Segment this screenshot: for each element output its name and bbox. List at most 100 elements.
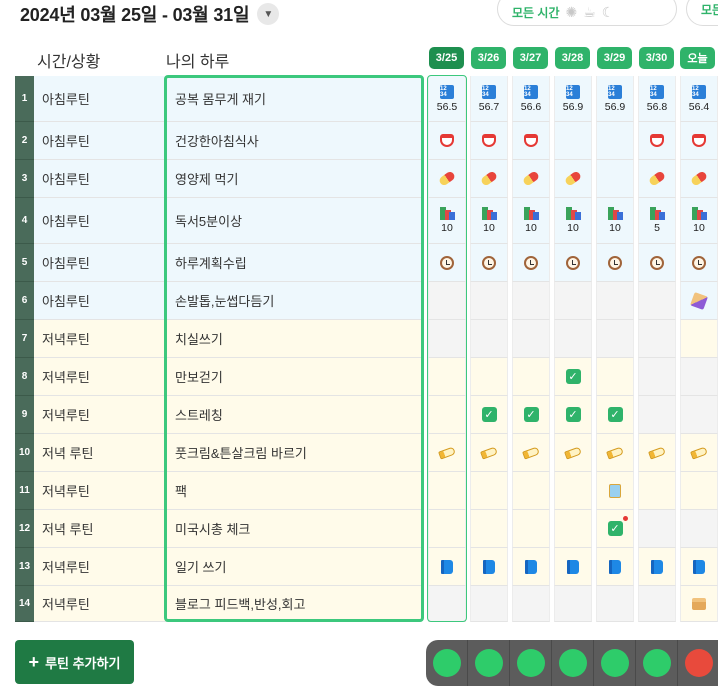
day-cell[interactable] [638, 160, 676, 198]
day-cell[interactable] [596, 320, 634, 358]
day-cell[interactable] [680, 160, 718, 198]
week-dropdown-button[interactable]: ▼ [257, 3, 280, 25]
day-cell[interactable] [428, 320, 466, 358]
day-cell[interactable] [596, 244, 634, 282]
day-cell[interactable] [470, 510, 508, 548]
day-cell[interactable] [512, 510, 550, 548]
summary-cell[interactable] [552, 640, 594, 686]
summary-cell[interactable] [594, 640, 636, 686]
day-cell[interactable] [638, 122, 676, 160]
day-cell[interactable] [596, 358, 634, 396]
day-cell[interactable] [512, 244, 550, 282]
routine-task[interactable]: 건강한아침식사 [166, 122, 421, 160]
day-cell[interactable] [554, 282, 592, 320]
summary-cell[interactable] [468, 640, 510, 686]
routine-task[interactable]: 만보걷기 [166, 358, 421, 396]
day-cell[interactable]: 12 34 56.8 [638, 76, 676, 122]
routine-task[interactable]: 스트레칭 [166, 396, 421, 434]
date-tab-0325[interactable]: 3/25 [429, 47, 464, 69]
day-cell[interactable] [680, 434, 718, 472]
day-cell[interactable] [512, 358, 550, 396]
day-cell[interactable] [428, 122, 466, 160]
day-cell[interactable] [596, 472, 634, 510]
day-cell[interactable] [512, 434, 550, 472]
summary-cell[interactable] [636, 640, 678, 686]
day-cell[interactable] [470, 282, 508, 320]
moon-icon[interactable]: ☾ [602, 5, 615, 19]
day-cell[interactable]: ✓ [596, 510, 634, 548]
day-cell[interactable]: ✓ [512, 396, 550, 434]
day-cell[interactable] [512, 122, 550, 160]
add-routine-button[interactable]: + 루틴 추가하기 [15, 640, 134, 684]
day-cell[interactable]: 10 [680, 198, 718, 244]
summary-cell[interactable] [426, 640, 468, 686]
day-cell[interactable] [680, 244, 718, 282]
day-cell[interactable] [554, 472, 592, 510]
day-cell[interactable]: ✓ [596, 396, 634, 434]
routine-task[interactable]: 블로그 피드백,반성,회고 [166, 586, 421, 622]
day-cell[interactable] [638, 434, 676, 472]
day-cell[interactable] [428, 160, 466, 198]
day-cell[interactable] [554, 244, 592, 282]
day-cell[interactable] [512, 282, 550, 320]
day-cell[interactable] [596, 282, 634, 320]
day-cell[interactable] [638, 358, 676, 396]
routine-task[interactable]: 일기 쓰기 [166, 548, 421, 586]
day-cell[interactable] [428, 244, 466, 282]
day-cell[interactable] [512, 472, 550, 510]
day-cell[interactable] [428, 358, 466, 396]
day-cell[interactable] [428, 472, 466, 510]
day-cell[interactable] [470, 320, 508, 358]
day-cell[interactable] [638, 472, 676, 510]
day-cell[interactable] [428, 282, 466, 320]
date-tab-0330[interactable]: 3/30 [639, 47, 674, 69]
day-cell[interactable] [470, 548, 508, 586]
day-cell[interactable]: 12 34 56.4 [680, 76, 718, 122]
day-cell[interactable] [470, 434, 508, 472]
routine-task[interactable]: 치실쓰기 [166, 320, 421, 358]
routine-task[interactable]: 독서5분이상 [166, 198, 421, 244]
day-cell[interactable] [638, 396, 676, 434]
day-cell[interactable]: 10 [470, 198, 508, 244]
routine-task[interactable]: 풋크림&튼살크림 바르기 [166, 434, 421, 472]
day-cell[interactable] [512, 160, 550, 198]
day-cell[interactable]: 10 [596, 198, 634, 244]
day-cell[interactable]: 12 34 56.7 [470, 76, 508, 122]
routine-task[interactable]: 미국시총 체크 [166, 510, 421, 548]
day-cell[interactable]: ✓ [554, 358, 592, 396]
day-cell[interactable] [554, 510, 592, 548]
day-cell[interactable] [428, 586, 466, 622]
day-cell[interactable] [680, 548, 718, 586]
day-cell[interactable] [680, 472, 718, 510]
day-cell[interactable]: 5 [638, 198, 676, 244]
day-cell[interactable] [596, 160, 634, 198]
day-cell[interactable] [638, 548, 676, 586]
day-cell[interactable] [596, 122, 634, 160]
date-tab-0328[interactable]: 3/28 [555, 47, 590, 69]
day-cell[interactable] [596, 434, 634, 472]
day-cell[interactable] [470, 358, 508, 396]
cup-icon[interactable]: ☕ [583, 5, 596, 19]
time-filter-toggle[interactable]: 모든 시간 ✺ ☕ ☾ [497, 0, 677, 26]
sun-icon[interactable]: ✺ [566, 5, 578, 19]
day-cell[interactable] [638, 510, 676, 548]
routine-task[interactable]: 손발톱,눈썹다듬기 [166, 282, 421, 320]
day-cell[interactable] [680, 586, 718, 622]
routine-task[interactable]: 팩 [166, 472, 421, 510]
time-filter-all[interactable]: 모든 시간 [512, 4, 560, 21]
day-cell[interactable] [638, 244, 676, 282]
day-cell[interactable] [638, 586, 676, 622]
day-cell[interactable] [470, 586, 508, 622]
day-cell[interactable] [470, 472, 508, 510]
day-cell[interactable]: 12 34 56.9 [596, 76, 634, 122]
date-tab-0326[interactable]: 3/26 [471, 47, 506, 69]
routine-task[interactable]: 영양제 먹기 [166, 160, 421, 198]
day-cell[interactable]: 10 [428, 198, 466, 244]
date-tab-0329[interactable]: 3/29 [597, 47, 632, 69]
day-cell[interactable] [428, 434, 466, 472]
day-cell[interactable]: 12 34 56.5 [428, 76, 466, 122]
day-cell[interactable] [554, 548, 592, 586]
secondary-filter-button[interactable]: 모든 [686, 0, 718, 26]
day-cell[interactable] [554, 586, 592, 622]
day-cell[interactable] [680, 510, 718, 548]
